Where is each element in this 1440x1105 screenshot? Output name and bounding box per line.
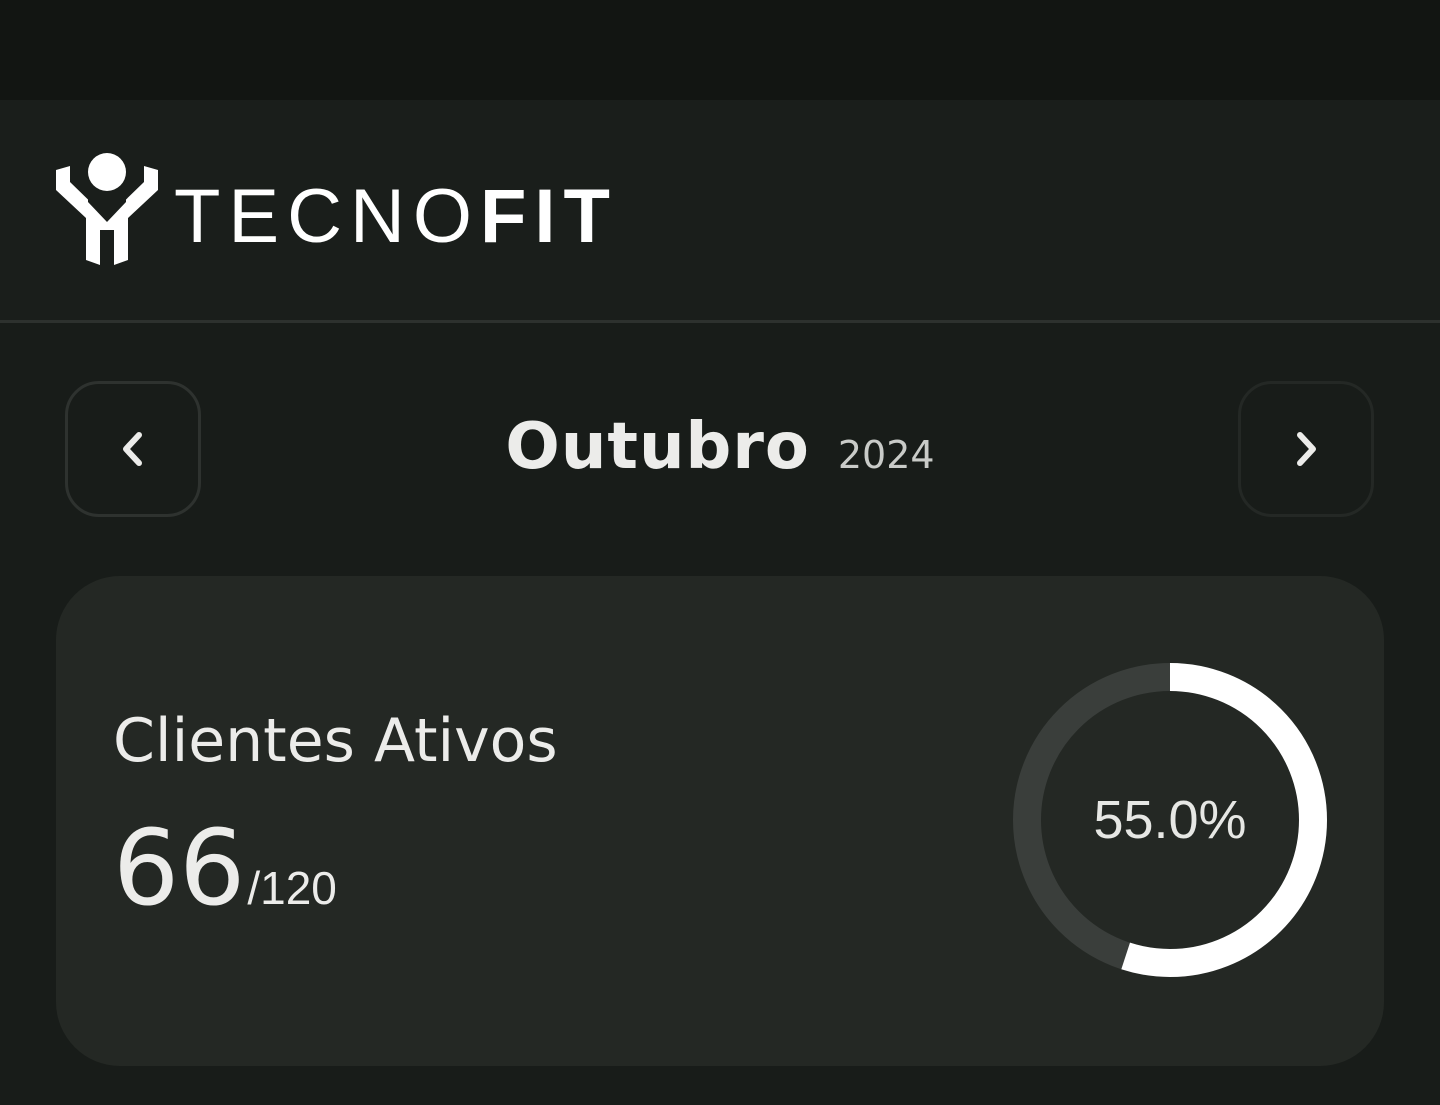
tecnofit-logo-icon (56, 153, 158, 265)
tecnofit-logo: TECNOFIT (54, 152, 618, 266)
period-title: Outubro 2024 (0, 410, 1440, 484)
year-label: 2024 (837, 433, 935, 477)
logo-wordmark-light: TECNO (174, 174, 480, 259)
logo-wordmark-bold: FIT (480, 174, 618, 259)
card-title: Clientes Ativos (113, 706, 558, 776)
app-header: TECNOFIT (0, 100, 1440, 323)
chevron-right-icon (1297, 432, 1316, 466)
next-month-button[interactable] (1238, 381, 1374, 517)
month-name: Outubro (505, 410, 810, 484)
clients-total: /120 (247, 862, 337, 914)
active-clients-value: 66/120 (113, 816, 337, 920)
percent-ring: 55.0% (1012, 662, 1328, 978)
status-bar (0, 0, 1440, 100)
percent-label: 55.0% (1093, 790, 1247, 850)
logo-wordmark: TECNOFIT (174, 179, 618, 255)
active-clients-count: 66 (113, 807, 246, 929)
active-clients-card[interactable]: Clientes Ativos 66/120 55.0% (56, 576, 1384, 1066)
